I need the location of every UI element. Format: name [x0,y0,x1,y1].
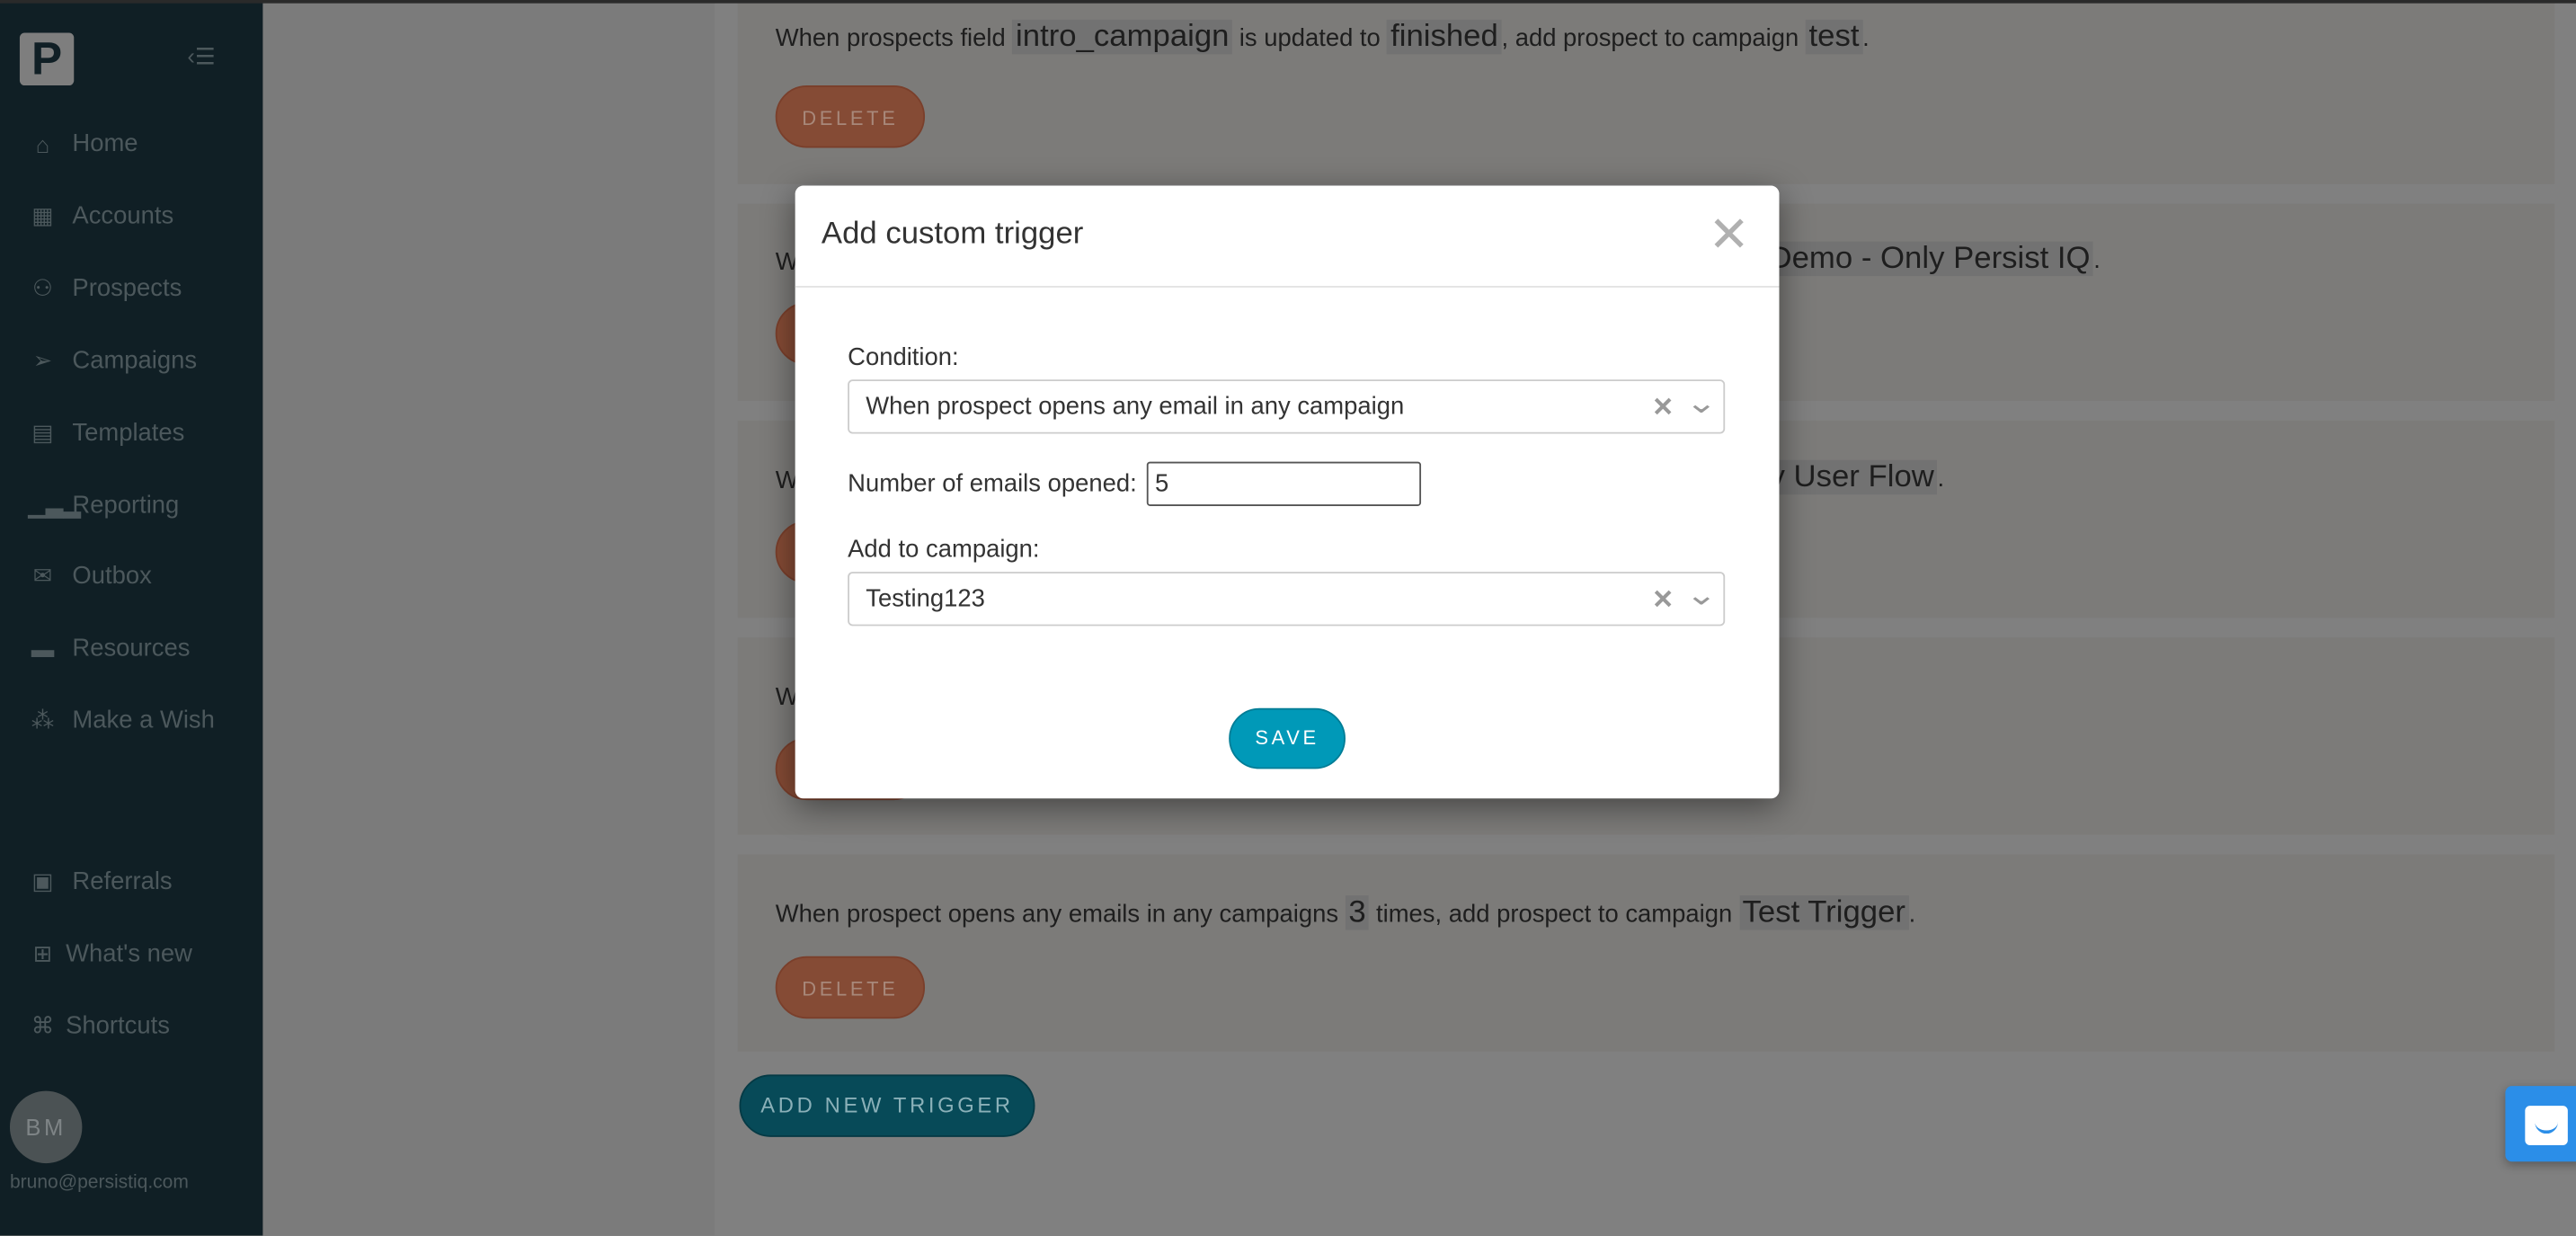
command-icon: ⌘ [31,1011,55,1039]
envelope-icon: ✉ [32,562,53,589]
sidebar-item-campaigns[interactable]: ➢ Campaigns [28,347,197,375]
sidebar-item-label: Home [72,129,138,158]
condition-value: When prospect opens any email in any cam… [866,392,1405,421]
clear-icon[interactable]: ✕ [1652,583,1674,617]
sidebar: P ‹☰ ⌂ Home ▦ Accounts ⚇ Prospects ➢ Campaig… [0,0,263,1236]
gift-icon: ⊞ [32,939,53,966]
chevron-down-icon[interactable]: ⌄ [1685,578,1718,612]
user-email: bruno@persistiq.com [9,1173,189,1193]
sidebar-item-templates[interactable]: ▤ Templates [28,419,184,447]
delete-button[interactable]: DELETE [775,956,926,1019]
document-icon: ▤ [31,419,54,446]
sidebar-item-resources[interactable]: ▬ Resources [28,634,191,662]
sidebar-item-label: Referrals [72,867,173,896]
magic-wand-icon: ⁂ [31,706,55,734]
number-of-emails-label: Number of emails opened: [848,469,1137,498]
sidebar-item-label: Shortcuts [66,1011,170,1040]
campaign-select[interactable]: Testing123 ✕ ⌄ [848,572,1726,627]
sidebar-item-outbox[interactable]: ✉ Outbox [28,562,152,590]
campaign-name: test [1805,19,1863,55]
paper-plane-icon: ➢ [32,346,53,373]
sidebar-item-label: Make a Wish [72,706,215,735]
modal-title: Add custom trigger [821,217,1084,252]
sidebar-item-referrals[interactable]: ▣ Referrals [28,867,173,896]
persistiq-logo[interactable]: P [19,32,75,86]
close-icon[interactable]: ✕ [1709,211,1750,262]
clear-icon[interactable]: ✕ [1652,391,1674,424]
avatar[interactable]: BM [9,1090,83,1164]
delete-button[interactable]: DELETE [775,85,926,148]
chevron-down-icon[interactable]: ⌄ [1685,387,1718,421]
user-icon: ⚇ [32,274,54,301]
window-top-bar [0,0,2576,4]
chat-bubble-icon [2525,1106,2568,1145]
trigger-description-tail: y User Flow. [1765,459,1944,496]
sidebar-item-label: Campaigns [72,346,198,375]
trigger-card: When prospect opens any emails in any ca… [737,854,2555,1052]
sidebar-item-label: Reporting [72,491,180,520]
trigger-description: When prospect opens any emails in any ca… [775,895,1916,930]
save-button[interactable]: SAVE [1229,707,1346,769]
sidebar-item-home[interactable]: ⌂ Home [28,129,138,157]
bar-chart-icon: ▁▃▂ [28,491,82,518]
home-icon: ⌂ [35,130,50,157]
trigger-description: When prospects field intro_campaign is u… [775,19,1870,55]
condition-label: Condition: [848,343,959,372]
open-count: 3 [1345,895,1370,930]
chat-launcher-button[interactable] [2505,1086,2576,1162]
field-name: intro_campaign [1012,19,1233,55]
sidebar-item-label: What's new [66,939,192,968]
building-icon: ▦ [31,201,54,229]
book-icon: ▬ [31,635,55,662]
sidebar-item-label: Outbox [72,562,152,591]
condition-select[interactable]: When prospect opens any email in any cam… [848,379,1726,434]
add-custom-trigger-modal: Add custom trigger ✕ Condition: When pro… [795,185,1780,799]
campaign-name: Test Trigger [1738,895,1909,930]
field-value: finished [1387,19,1502,55]
collapse-sidebar-icon[interactable]: ‹☰ [187,43,215,71]
add-new-trigger-button[interactable]: ADD NEW TRIGGER [739,1074,1035,1137]
money-icon: ▣ [31,867,54,894]
sidebar-item-prospects[interactable]: ⚇ Prospects [28,274,182,302]
add-to-campaign-label: Add to campaign: [848,535,1040,564]
trigger-description-tail: Demo - Only Persist IQ. [1765,241,2101,278]
sidebar-item-label: Prospects [72,274,182,303]
number-of-emails-input[interactable] [1146,461,1422,506]
sidebar-item-label: Templates [72,419,185,448]
sidebar-item-whats-new[interactable]: ⊞ What's new [28,940,192,968]
sidebar-item-accounts[interactable]: ▦ Accounts [28,202,173,230]
modal-header: Add custom trigger ✕ [795,186,1780,288]
sidebar-item-label: Resources [72,634,191,662]
sidebar-item-shortcuts[interactable]: ⌘ Shortcuts [28,1012,170,1040]
sidebar-item-reporting[interactable]: ▁▃▂ Reporting [28,492,179,520]
sidebar-item-label: Accounts [72,201,174,230]
page-gutter [262,0,715,1236]
sidebar-item-make-a-wish[interactable]: ⁂ Make a Wish [28,707,215,734]
trigger-card: When prospects field intro_campaign is u… [737,0,2555,184]
campaign-value: Testing123 [866,584,985,613]
